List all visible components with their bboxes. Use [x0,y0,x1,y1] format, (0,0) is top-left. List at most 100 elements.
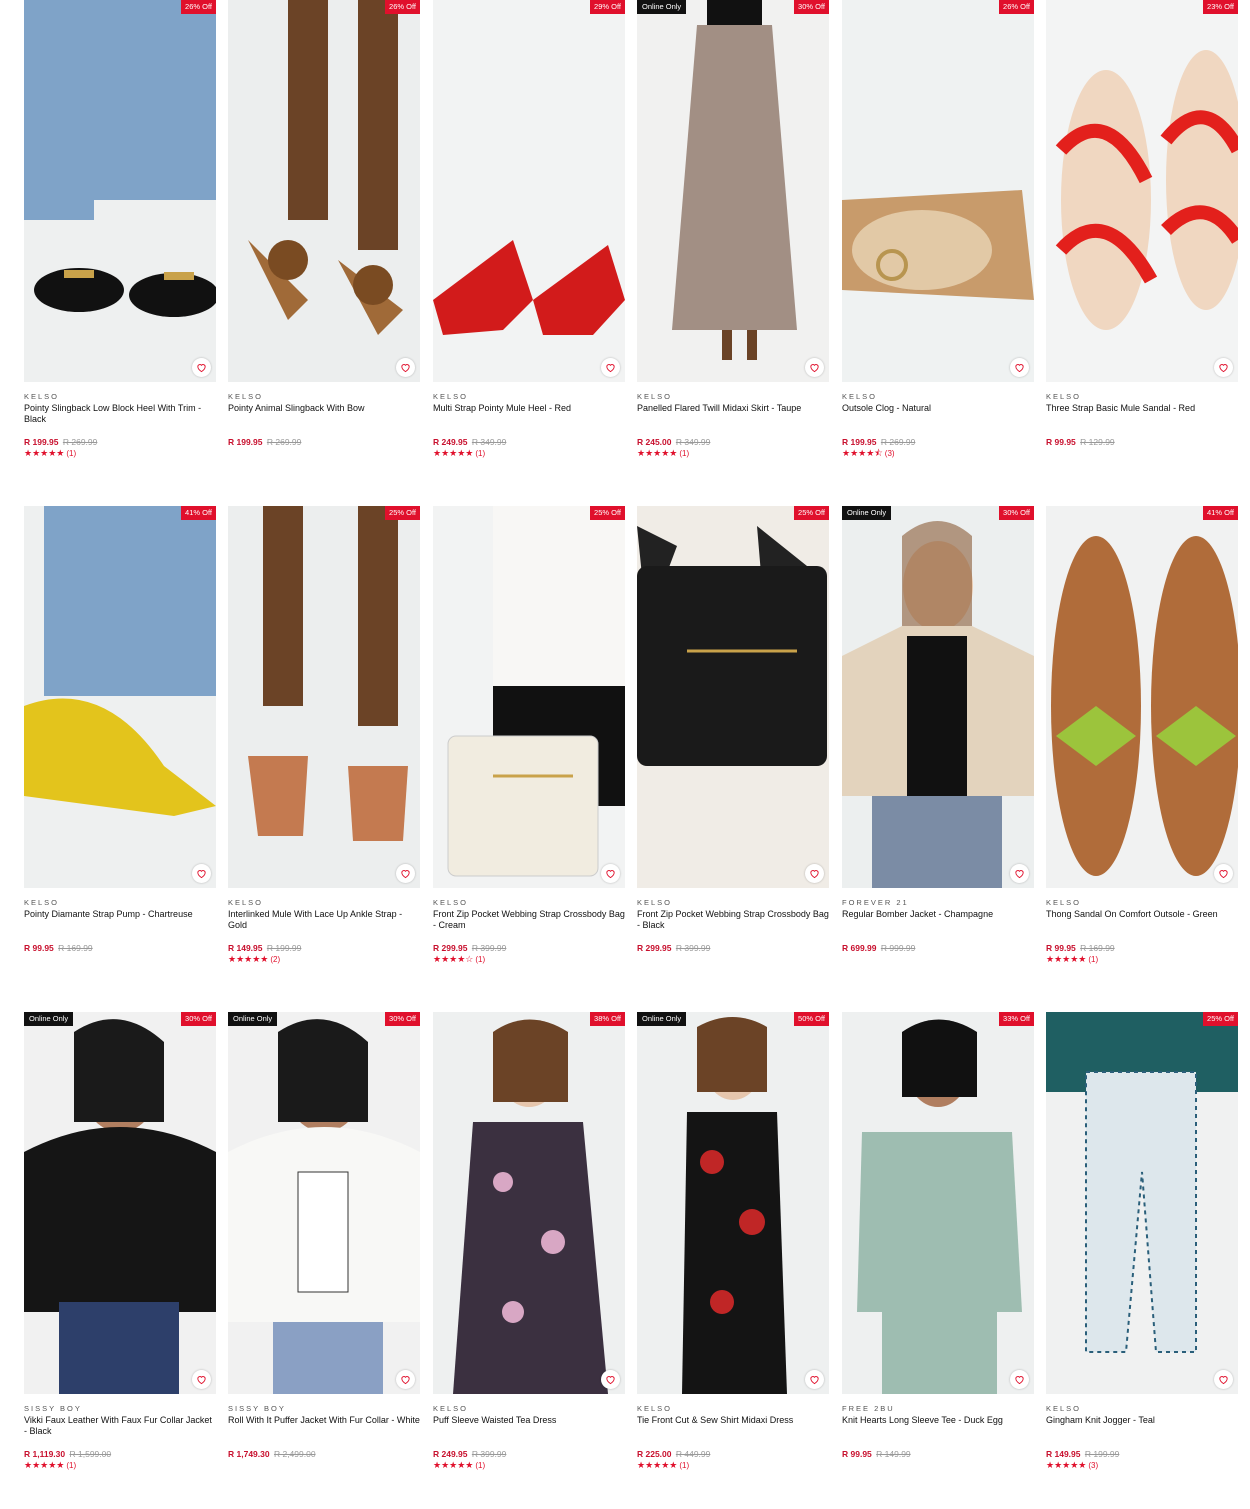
product-card[interactable]: 25% Off KELSO Front Zip Pocket Webbing S… [433,506,625,965]
wishlist-button[interactable] [1010,358,1029,377]
product-image[interactable]: 41% Off [1046,506,1238,888]
product-name[interactable]: Roll With It Puffer Jacket With Fur Coll… [228,1415,420,1449]
product-name[interactable]: Tie Front Cut & Sew Shirt Midaxi Dress [637,1415,829,1449]
product-name[interactable]: Outsole Clog - Natural [842,403,1034,437]
review-count[interactable]: (3) [885,449,895,458]
review-count[interactable]: (3) [1088,1461,1098,1470]
product-card[interactable]: Online Only 50% Off KELSO Tie Front Cut … [637,1012,829,1471]
product-card[interactable]: 26% Off KELSO Outsole Clog - Natural R 1… [842,0,1034,459]
product-rating: ★★★★★ (1) [1046,954,1238,965]
wishlist-button[interactable] [192,358,211,377]
product-card[interactable]: 38% Off KELSO Puff Sleeve Waisted Tea Dr… [433,1012,625,1471]
product-price: R 1,119.30 R 1,599.00 [24,1449,216,1460]
product-image[interactable]: 23% Off [1046,0,1238,382]
product-name[interactable]: Front Zip Pocket Webbing Strap Crossbody… [637,909,829,943]
product-card[interactable]: 26% Off KELSO Pointy Slingback Low Block… [24,0,216,459]
review-count[interactable]: (1) [475,1461,485,1470]
product-rating [842,954,1034,965]
product-price: R 149.95 R 199.99 [228,943,420,954]
product-card[interactable]: 33% Off FREE 2BU Knit Hearts Long Sleeve… [842,1012,1034,1471]
product-image[interactable]: Online Only 30% Off [842,506,1034,888]
wishlist-button[interactable] [1214,358,1233,377]
product-card[interactable]: 29% Off KELSO Multi Strap Pointy Mule He… [433,0,625,459]
product-rating: ★★★★★ (1) [433,1460,625,1471]
wishlist-button[interactable] [1010,1370,1029,1389]
wishlist-button[interactable] [601,1370,620,1389]
sale-price: R 225.00 [637,1449,672,1459]
product-card[interactable]: Online Only 30% Off FOREVER 21 Regular B… [842,506,1034,965]
product-image[interactable]: 38% Off [433,1012,625,1394]
wishlist-button[interactable] [601,358,620,377]
product-card[interactable]: 23% Off KELSO Three Strap Basic Mule San… [1046,0,1238,459]
product-card[interactable]: 41% Off KELSO Pointy Diamante Strap Pump… [24,506,216,965]
heart-icon [810,1376,819,1385]
wishlist-button[interactable] [192,1370,211,1389]
product-image[interactable]: 25% Off [433,506,625,888]
wishlist-button[interactable] [396,1370,415,1389]
product-card[interactable]: 25% Off KELSO Interlinked Mule With Lace… [228,506,420,965]
wishlist-button[interactable] [396,864,415,883]
wishlist-button[interactable] [805,864,824,883]
review-count[interactable]: (1) [475,955,485,964]
product-card[interactable]: Online Only 30% Off KELSO Panelled Flare… [637,0,829,459]
product-rating: ★★★★★ (1) [637,448,829,459]
star-rating-icon: ★★★★★ [24,448,65,458]
wishlist-button[interactable] [805,358,824,377]
product-image[interactable]: 29% Off [433,0,625,382]
product-card[interactable]: 41% Off KELSO Thong Sandal On Comfort Ou… [1046,506,1238,965]
product-image[interactable]: 26% Off [842,0,1034,382]
wishlist-button[interactable] [601,864,620,883]
product-name[interactable]: Interlinked Mule With Lace Up Ankle Stra… [228,909,420,943]
product-image[interactable]: 26% Off [228,0,420,382]
product-name[interactable]: Puff Sleeve Waisted Tea Dress [433,1415,625,1449]
product-brand: KELSO [1046,392,1082,401]
product-image[interactable]: 33% Off [842,1012,1034,1394]
product-name[interactable]: Knit Hearts Long Sleeve Tee - Duck Egg [842,1415,1034,1449]
wishlist-button[interactable] [805,1370,824,1389]
product-name[interactable]: Panelled Flared Twill Midaxi Skirt - Tau… [637,403,829,437]
product-image[interactable]: 26% Off [24,0,216,382]
product-name[interactable]: Three Strap Basic Mule Sandal - Red [1046,403,1238,437]
product-image[interactable]: 25% Off [1046,1012,1238,1394]
review-count[interactable]: (1) [679,449,689,458]
product-card[interactable]: 26% Off KELSO Pointy Animal Slingback Wi… [228,0,420,459]
product-rating [228,1460,420,1471]
product-card[interactable]: 25% Off KELSO Gingham Knit Jogger - Teal… [1046,1012,1238,1471]
wishlist-button[interactable] [192,864,211,883]
review-count[interactable]: (1) [679,1461,689,1470]
wishlist-button[interactable] [396,358,415,377]
product-image[interactable]: 25% Off [637,506,829,888]
product-image[interactable]: Online Only 30% Off [637,0,829,382]
wishlist-button[interactable] [1010,864,1029,883]
product-image[interactable]: Online Only 30% Off [228,1012,420,1394]
product-brand: KELSO [1046,1404,1082,1413]
product-card[interactable]: Online Only 30% Off SISSY BOY Vikki Faux… [24,1012,216,1471]
wishlist-button[interactable] [1214,1370,1233,1389]
product-price: R 225.00 R 449.99 [637,1449,829,1460]
product-photo [24,1012,216,1394]
product-image[interactable]: 41% Off [24,506,216,888]
wishlist-button[interactable] [1214,864,1233,883]
product-image[interactable]: Online Only 30% Off [24,1012,216,1394]
product-name[interactable]: Multi Strap Pointy Mule Heel - Red [433,403,625,437]
product-image[interactable]: 25% Off [228,506,420,888]
product-name[interactable]: Vikki Faux Leather With Faux Fur Collar … [24,1415,216,1449]
review-count[interactable]: (2) [270,955,280,964]
review-count[interactable]: (1) [66,449,76,458]
sale-price: R 149.95 [228,943,263,953]
product-name[interactable]: Pointy Slingback Low Block Heel With Tri… [24,403,216,437]
product-name[interactable]: Regular Bomber Jacket - Champagne [842,909,1034,943]
product-name[interactable]: Pointy Diamante Strap Pump - Chartreuse [24,909,216,943]
product-name[interactable]: Front Zip Pocket Webbing Strap Crossbody… [433,909,625,943]
product-name[interactable]: Thong Sandal On Comfort Outsole - Green [1046,909,1238,943]
product-name[interactable]: Pointy Animal Slingback With Bow [228,403,420,437]
review-count[interactable]: (1) [1088,955,1098,964]
product-image[interactable]: Online Only 50% Off [637,1012,829,1394]
product-name[interactable]: Gingham Knit Jogger - Teal [1046,1415,1238,1449]
review-count[interactable]: (1) [66,1461,76,1470]
product-rating [842,1460,1034,1471]
product-card[interactable]: 25% Off KELSO Front Zip Pocket Webbing S… [637,506,829,965]
review-count[interactable]: (1) [475,449,485,458]
product-card[interactable]: Online Only 30% Off SISSY BOY Roll With … [228,1012,420,1471]
sale-price: R 699.99 [842,943,877,953]
